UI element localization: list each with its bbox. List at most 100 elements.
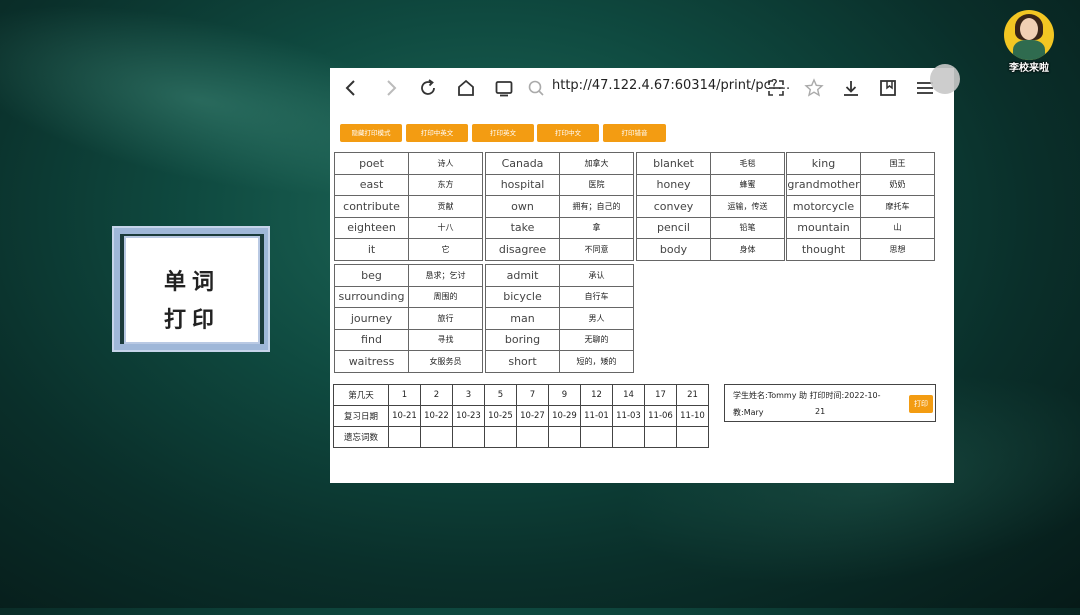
star-icon[interactable] (803, 77, 825, 99)
table-row: admit 承认 (485, 264, 634, 287)
word-en: boring (485, 328, 560, 351)
word-zh: 拥有；自己的 (559, 195, 634, 218)
date-label: 复习日期 (333, 405, 389, 427)
word-zh: 不同意 (559, 238, 634, 261)
word-zh: 拿 (559, 216, 634, 239)
table-row: honey 蜂蜜 (636, 173, 785, 196)
forget-cell (388, 426, 421, 448)
word-en: own (485, 195, 560, 218)
word-en: disagree (485, 238, 560, 261)
table-row: blanket 毛毯 (636, 152, 785, 175)
home-icon[interactable] (455, 77, 477, 99)
word-zh: 身体 (710, 238, 785, 261)
table-row: it 它 (334, 238, 483, 261)
bookmarks-icon[interactable] (877, 77, 899, 99)
table-row: pencil 铅笔 (636, 216, 785, 239)
word-zh: 贡献 (408, 195, 483, 218)
word-en: admit (485, 264, 560, 287)
word-zh: 诗人 (408, 152, 483, 175)
word-en: short (485, 350, 560, 373)
word-en: eighteen (334, 216, 409, 239)
search-icon (525, 77, 547, 99)
edit-overlay-icon[interactable] (930, 64, 960, 94)
date-cell: 10-27 (516, 405, 549, 427)
print-button[interactable]: 打印 (909, 395, 933, 413)
word-en: mountain (786, 216, 861, 239)
date-cell: 10-23 (452, 405, 485, 427)
student-info-line1: 学生姓名:Tommy 助 打印时间:2022-10- (733, 391, 881, 400)
student-info-line3: 21 (815, 407, 826, 416)
word-zh: 加拿大 (559, 152, 634, 175)
date-cell: 11-01 (580, 405, 613, 427)
table-row: man 男人 (485, 307, 634, 330)
word-en: east (334, 173, 409, 196)
review-schedule-table: 第几天 12 35 79 12 14 17 21 复习日期 10-21 10-22 1… (333, 384, 709, 448)
word-zh: 蜂蜜 (710, 173, 785, 196)
word-en: blanket (636, 152, 711, 175)
reload-icon[interactable] (417, 77, 439, 99)
word-zh: 女服务员 (408, 350, 483, 373)
word-zh: 奶奶 (860, 173, 935, 196)
table-row: motorcycle 摩托车 (786, 195, 935, 218)
back-icon[interactable] (340, 77, 362, 99)
word-en: bicycle (485, 285, 560, 308)
forget-cell (612, 426, 645, 448)
table-row: journey 旅行 (334, 307, 483, 330)
word-zh: 国王 (860, 152, 935, 175)
day-cell: 17 (644, 384, 677, 406)
word-zh: 摩托车 (860, 195, 935, 218)
download-icon[interactable] (840, 77, 862, 99)
word-en: honey (636, 173, 711, 196)
scan-icon[interactable] (765, 77, 787, 99)
word-zh: 短的，矮的 (559, 350, 634, 373)
word-zh: 运输，传送 (710, 195, 785, 218)
table-row: beg 恳求；乞讨 (334, 264, 483, 287)
word-en: Canada (485, 152, 560, 175)
print-error-button[interactable]: 打印错音 (603, 124, 666, 142)
word-zh: 无聊的 (559, 328, 634, 351)
date-cell: 11-03 (612, 405, 645, 427)
forward-icon[interactable] (380, 77, 402, 99)
word-en: man (485, 307, 560, 330)
word-zh: 铅笔 (710, 216, 785, 239)
tabs-icon[interactable] (493, 77, 515, 99)
forget-cell (644, 426, 677, 448)
word-zh: 它 (408, 238, 483, 261)
word-zh: 十八 (408, 216, 483, 239)
title-line-2: 打印 (163, 307, 220, 333)
day-label: 第几天 (333, 384, 389, 406)
word-table: admit 承认 bicycle 自行车 man 男人 boring 无聊的 short… (485, 264, 634, 373)
table-row: king 国王 (786, 152, 935, 175)
day-cell: 9 (548, 384, 581, 406)
forget-cell (580, 426, 613, 448)
date-cell: 10-25 (484, 405, 517, 427)
word-table: Canada 加拿大 hospital 医院 own 拥有；自己的 take 拿 dis… (485, 152, 634, 261)
forget-cell (676, 426, 709, 448)
browser-toolbar: http://47.122.4.67:60314/print/pc?... (330, 64, 960, 108)
print-english-button[interactable]: 打印英文 (472, 124, 534, 142)
word-table: blanket 毛毯 honey 蜂蜜 convey 运输，传送 pencil 铅笔 b… (636, 152, 785, 261)
word-en: king (786, 152, 861, 175)
table-row: 复习日期 10-21 10-22 10-23 10-25 10-27 10-29 11… (333, 405, 709, 427)
word-zh: 男人 (559, 307, 634, 330)
print-chinese-button[interactable]: 打印中文 (537, 124, 599, 142)
table-row: disagree 不同意 (485, 238, 634, 261)
table-row: bicycle 自行车 (485, 285, 634, 308)
hide-print-mode-button[interactable]: 隐藏打印模式 (340, 124, 402, 142)
table-row: Canada 加拿大 (485, 152, 634, 175)
table-row: contribute 贡献 (334, 195, 483, 218)
forget-label: 遗忘词数 (333, 426, 389, 448)
address-bar[interactable]: http://47.122.4.67:60314/print/pc?... (552, 78, 790, 93)
logo-avatar (1004, 10, 1054, 60)
word-zh: 思想 (860, 238, 935, 261)
table-row: 遗忘词数 (333, 426, 709, 448)
title-card-panel: 单词 打印 (124, 236, 260, 344)
word-en: motorcycle (786, 195, 861, 218)
print-cn-en-button[interactable]: 打印中英文 (406, 124, 468, 142)
table-row: hospital 医院 (485, 173, 634, 196)
day-cell: 2 (420, 384, 453, 406)
day-cell: 14 (612, 384, 645, 406)
table-row: surrounding 周围的 (334, 285, 483, 308)
word-en: body (636, 238, 711, 261)
forget-cell (484, 426, 517, 448)
